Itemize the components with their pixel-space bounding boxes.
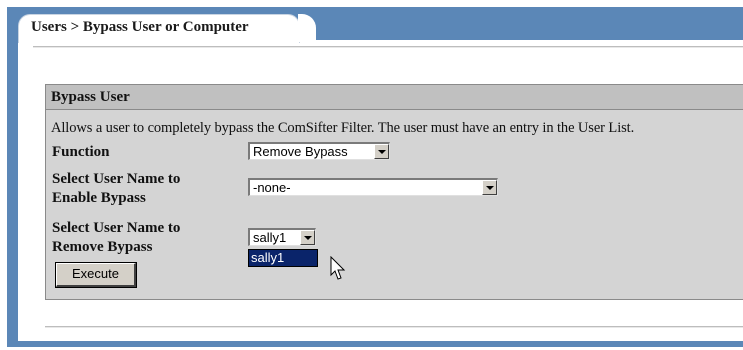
divider-bottom	[45, 326, 743, 328]
chevron-down-icon[interactable]	[374, 144, 389, 159]
mouse-pointer-icon	[330, 256, 346, 280]
remove-bypass-label-line1: Select User Name to	[52, 220, 181, 236]
chevron-down-icon[interactable]	[300, 230, 315, 245]
divider-top	[33, 46, 743, 48]
enable-bypass-select[interactable]: -none-	[248, 178, 498, 196]
enable-bypass-label-line2: Enable Bypass	[52, 190, 146, 206]
remove-bypass-label: Select User Name to Remove Bypass	[52, 219, 180, 257]
execute-button[interactable]: Execute	[55, 262, 137, 288]
function-select[interactable]: Remove Bypass	[248, 142, 390, 160]
remove-bypass-option-label: sally1	[251, 250, 285, 265]
section-description: Allows a user to completely bypass the C…	[51, 120, 635, 136]
remove-bypass-option-sally1[interactable]: sally1	[248, 249, 318, 267]
breadcrumb: Users > Bypass User or Computer	[31, 19, 249, 35]
remove-bypass-select-value: sally1	[253, 230, 287, 245]
enable-bypass-select-value: -none-	[253, 180, 291, 195]
chevron-down-icon[interactable]	[482, 180, 497, 195]
section-title: Bypass User	[51, 89, 130, 105]
remove-bypass-label-line2: Remove Bypass	[52, 239, 153, 255]
bypass-user-header	[46, 85, 743, 110]
enable-bypass-label-line1: Select User Name to	[52, 171, 181, 187]
function-label: Function	[52, 144, 110, 160]
remove-bypass-select[interactable]: sally1	[248, 228, 316, 246]
function-select-value: Remove Bypass	[253, 144, 348, 159]
enable-bypass-label: Select User Name to Enable Bypass	[52, 170, 180, 208]
